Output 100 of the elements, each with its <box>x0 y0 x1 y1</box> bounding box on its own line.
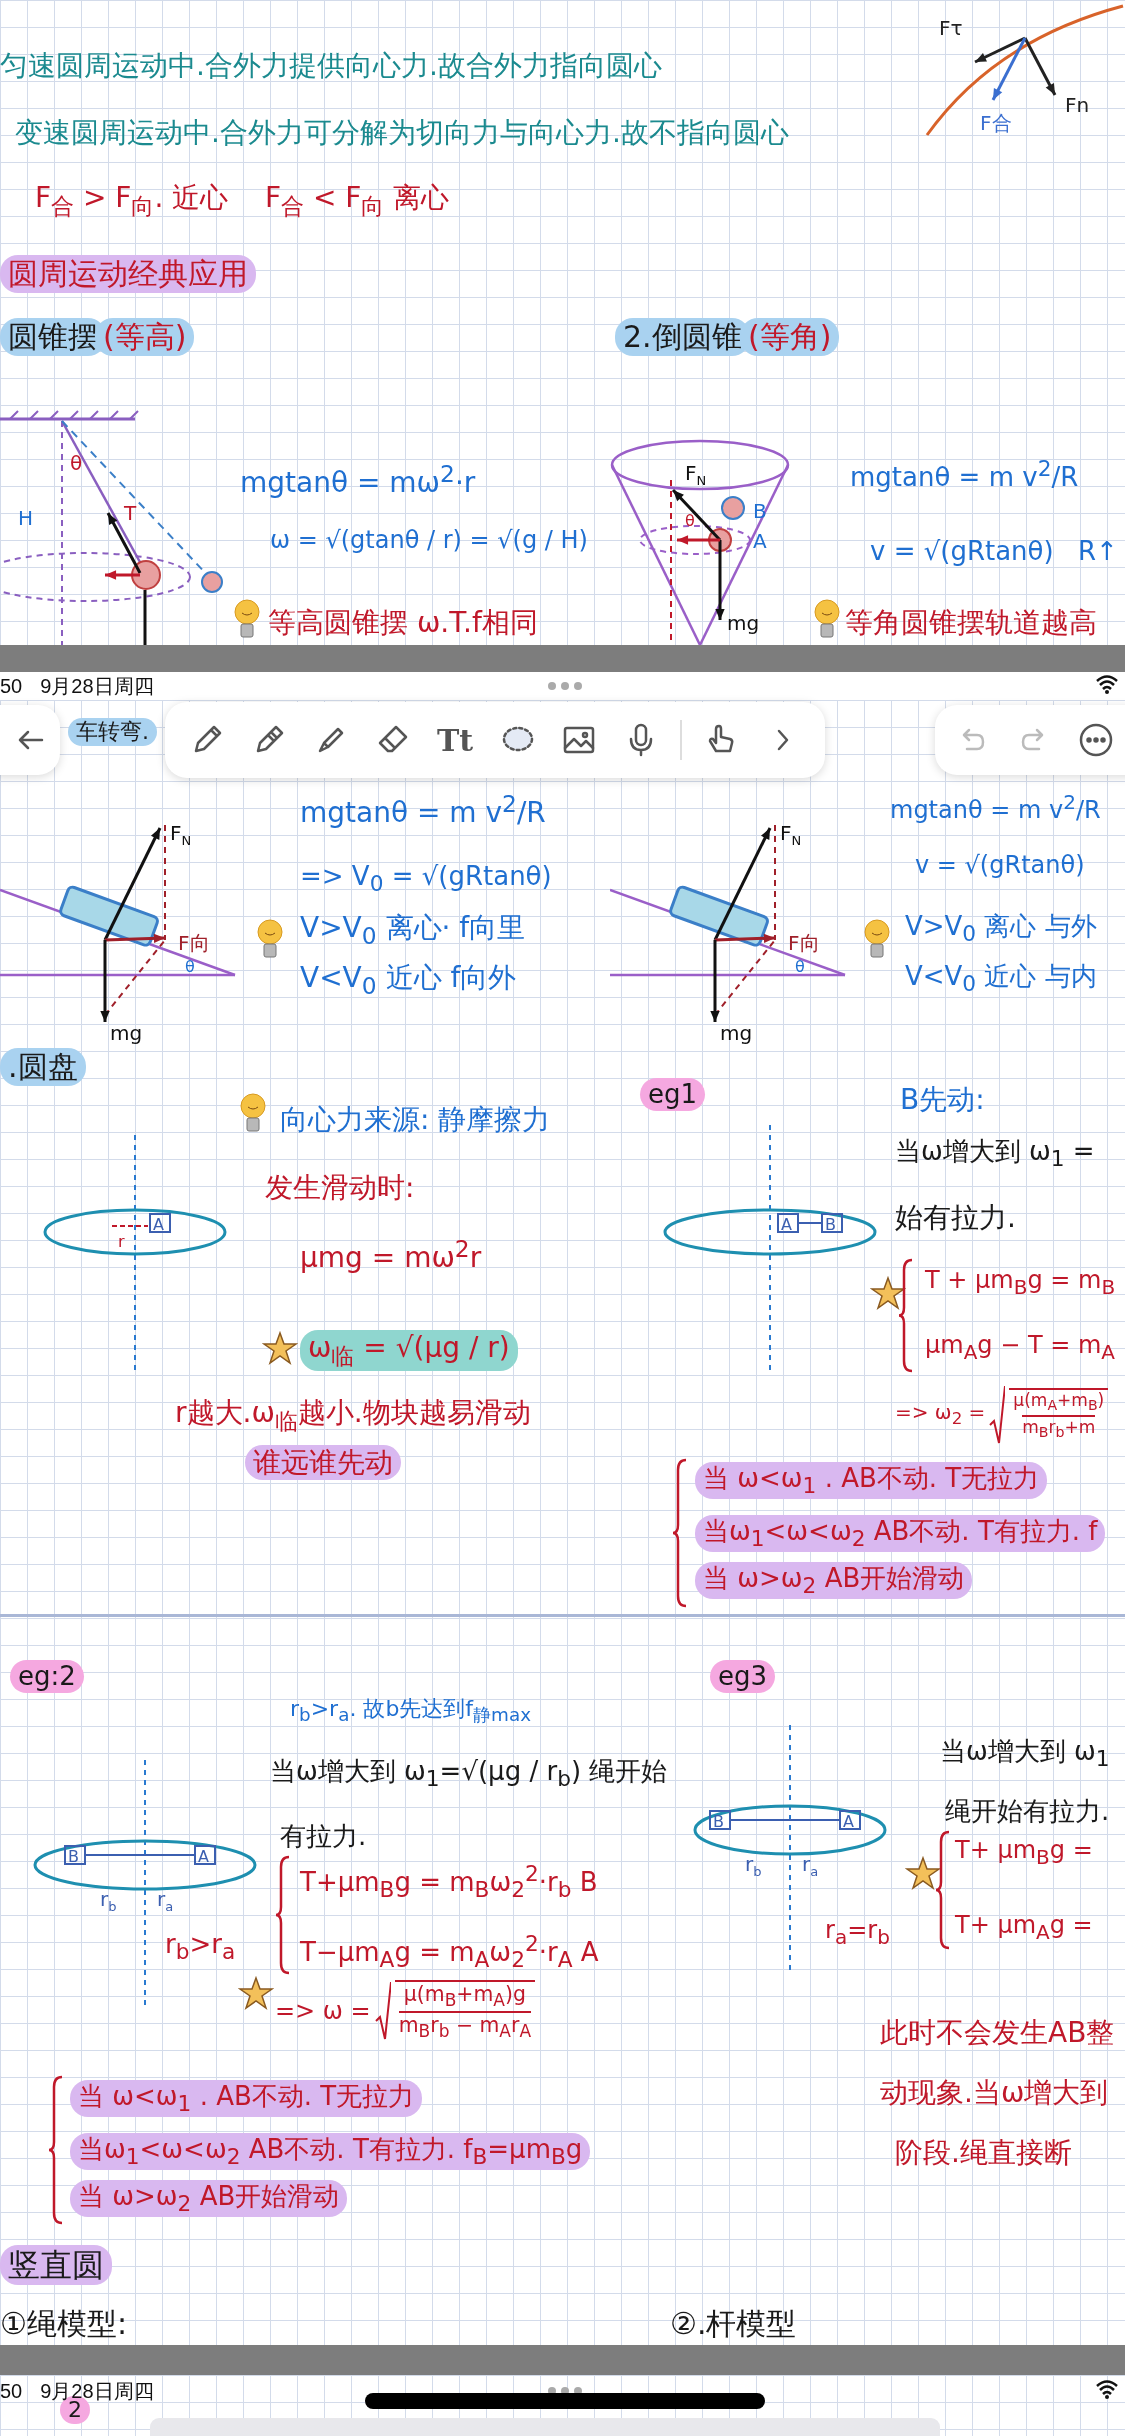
diagram-label: F$_{N}$ <box>170 821 192 848</box>
diagram-label: H <box>18 506 34 530</box>
diagram-label: T <box>124 501 137 525</box>
curly-brace-icon <box>672 1458 688 1608</box>
handwritten-text: ①绳模型: <box>0 2305 127 2343</box>
lightbulb-icon <box>238 1092 268 1134</box>
diagram-label: θ <box>70 451 83 475</box>
star-icon <box>905 1855 941 1891</box>
handwritten-text: F$_{合}$ < F$_{向}$ 离心 <box>265 180 450 221</box>
diagram-label: A <box>843 1812 854 1831</box>
more-dots-icon[interactable] <box>548 682 582 690</box>
handwritten-text: μmg = mω$^{2}$r <box>300 1235 482 1276</box>
more-icon <box>1077 721 1115 759</box>
curly-brace-icon <box>898 1258 914 1373</box>
wifi-icon <box>1095 2379 1119 2399</box>
handwritten-text: 阶段.绳直接断 <box>895 2135 1072 2170</box>
handwritten-text: 有拉力. <box>280 1820 367 1853</box>
handwritten-text: r$_{b}$>r$_{a}$ <box>165 1928 236 1966</box>
curly-brace-icon <box>48 2075 64 2225</box>
handwritten-text: r$_{b}$>r$_{a}$. 故b先达到f$_{静max}$ <box>290 1695 532 1728</box>
handwritten-text: V<V$_{0}$ 近心 与内 <box>905 960 1097 998</box>
lightbulb-icon <box>255 918 285 960</box>
handwritten-text: 圆锥摆 <box>8 319 98 354</box>
handwritten-text: V>V$_{0}$ 离心· f向里 <box>300 910 526 951</box>
handwritten-text: R↑ <box>1078 535 1118 568</box>
star-icon <box>262 1330 298 1366</box>
diagram-label: mg <box>727 611 760 635</box>
handwritten-text: 向心力来源: 静摩擦力 <box>280 1102 551 1137</box>
handwritten-text: 始有拉力. <box>895 1200 1016 1235</box>
diagram-label: θ <box>685 511 695 530</box>
handwritten-text: 当ω增大到 ω$_{1}$=√(μg / r$_{b}$) 绳开始 <box>270 1755 668 1793</box>
diagram-label: r <box>118 1232 125 1251</box>
handwritten-text: T−μm$_{A}$g = m$_{A}$ω$_{2}$$^{2}$·r$_{A}$ A <box>300 1930 599 1973</box>
diagram-label: F向 <box>178 931 210 955</box>
handwritten-text: mgtanθ = m v$^{2}$/R <box>890 790 1101 825</box>
handwritten-text: 当 ω>ω$_{2}$ AB开始滑动 <box>703 1563 965 1593</box>
diagram-label: A <box>781 1215 792 1234</box>
handwritten-text: T + μm$_{B}$g = m$_{B}$ <box>925 1265 1116 1300</box>
lightbulb-icon <box>862 918 892 960</box>
handwritten-text: eg1 <box>648 1079 698 1109</box>
curly-brace-icon <box>935 1830 951 1950</box>
diagram-label: F向 <box>788 931 820 955</box>
handwritten-text: r越大.ω$_{临}$越小.物块越易滑动 <box>175 1395 531 1436</box>
diagram-label: mg <box>720 1021 753 1045</box>
status-date: 9月28日周四 <box>40 673 154 699</box>
handwritten-text: mgtanθ = m v$^{2}$/R <box>300 790 546 831</box>
handwritten-text: 等高圆锥摆 ω.T.f相同 <box>268 605 538 640</box>
handwritten-text: T+ μm$_{A}$g = <box>955 1910 1093 1945</box>
handwritten-text: 此时不会发生AB整 <box>880 2015 1115 2050</box>
handwritten-text: V<V$_{0}$ 近心 f向外 <box>300 960 517 1001</box>
handwritten-text: ②.杆模型 <box>670 2305 797 2343</box>
diagram-label: F$_{N}$ <box>685 461 707 488</box>
handwritten-text: v = √(gRtanθ) <box>915 850 1085 880</box>
handwritten-text: T+ μm$_{B}$g = <box>955 1835 1093 1870</box>
diagram-label: r$_{a}$ <box>157 1887 174 1914</box>
handwritten-text: 车转弯. <box>76 719 149 744</box>
handwritten-text: T+μm$_{B}$g = m$_{B}$ω$_{2}$$^{2}$·r$_{b}$ B <box>300 1860 598 1903</box>
status-time: 50 <box>0 674 23 698</box>
handwritten-text: eg3 <box>718 1661 768 1691</box>
diagram-label: Fn <box>1065 93 1090 117</box>
star-icon <box>870 1275 906 1311</box>
text-tool[interactable]: Tt <box>426 711 484 769</box>
handwritten-text: mgtanθ = mω$^{2}$·r <box>240 460 476 501</box>
star-icon <box>238 1975 274 2011</box>
formula: => ω = μ(m$_{B}$+m$_{A}$)g m$_{B}$r$_{b}$ − m$_{A}$r$_{A}$ <box>275 1980 535 2043</box>
handwritten-text: V>V$_{0}$ 离心 与外 <box>905 910 1097 948</box>
diagram-label: A <box>753 529 767 553</box>
diagram-label: θ <box>185 957 195 976</box>
handwritten-text: 绳开始有拉力. <box>945 1795 1110 1828</box>
diagram-label: r$_{b}$ <box>100 1887 117 1914</box>
diagram-label: B <box>825 1215 836 1234</box>
handwritten-text: 当 ω>ω$_{2}$ AB开始滑动 <box>78 2181 340 2211</box>
lightbulb-icon <box>812 598 842 640</box>
handwritten-text: 当ω$_{1}$<ω<ω$_{2}$ AB不动. T有拉力. f$_{B}$=μm$_{B}$g <box>78 2134 583 2164</box>
diagram-label: θ <box>795 957 805 976</box>
handwritten-text: => V$_{0}$ = √(gRtanθ) <box>300 860 552 898</box>
diagram-label: B <box>713 1812 724 1831</box>
handwritten-text: mgtanθ = m v$^{2}$/R <box>850 455 1079 494</box>
handwritten-text: 当ω增大到 ω$_{1}$ <box>940 1735 1110 1773</box>
handwritten-text: 2.倒圆锥 <box>623 319 742 354</box>
handwritten-text: 当ω$_{1}$<ω<ω$_{2}$ AB不动. T有拉力. f <box>703 1516 1098 1546</box>
diagram-label: A <box>153 1215 164 1234</box>
handwritten-text: ω = √(gtanθ / r) = √(g / H) <box>270 525 588 555</box>
handwritten-text: eg:2 <box>18 1661 76 1691</box>
handwritten-text: (等角) <box>748 319 832 354</box>
diagram-label: F合 <box>980 111 1012 135</box>
radical-sign-icon <box>989 1385 1006 1445</box>
handwritten-text: B先动: <box>900 1082 985 1117</box>
status-time: 50 <box>0 2379 23 2403</box>
handwritten-text: 谁远谁先动 <box>253 1446 393 1479</box>
diagram-label: mg <box>110 1021 143 1045</box>
handwritten-text: 竖直圆 <box>8 2246 104 2284</box>
handwritten-text: 发生滑动时: <box>265 1170 415 1205</box>
handwritten-text: 变速圆周运动中.合外力可分解为切向力与向心力.故不指向圆心 <box>15 115 789 150</box>
handwritten-text: 动现象.当ω增大到 <box>880 2075 1109 2110</box>
diagram-label: Fτ <box>939 16 963 40</box>
diagram-label: F$_{N}$ <box>780 821 802 848</box>
handwritten-text: 当 ω<ω$_{1}$ . AB不动. T无拉力 <box>703 1463 1040 1493</box>
curly-brace-icon <box>275 1855 291 1975</box>
handwritten-text: F$_{合}$ > F$_{向}$. 近心 <box>35 180 229 221</box>
